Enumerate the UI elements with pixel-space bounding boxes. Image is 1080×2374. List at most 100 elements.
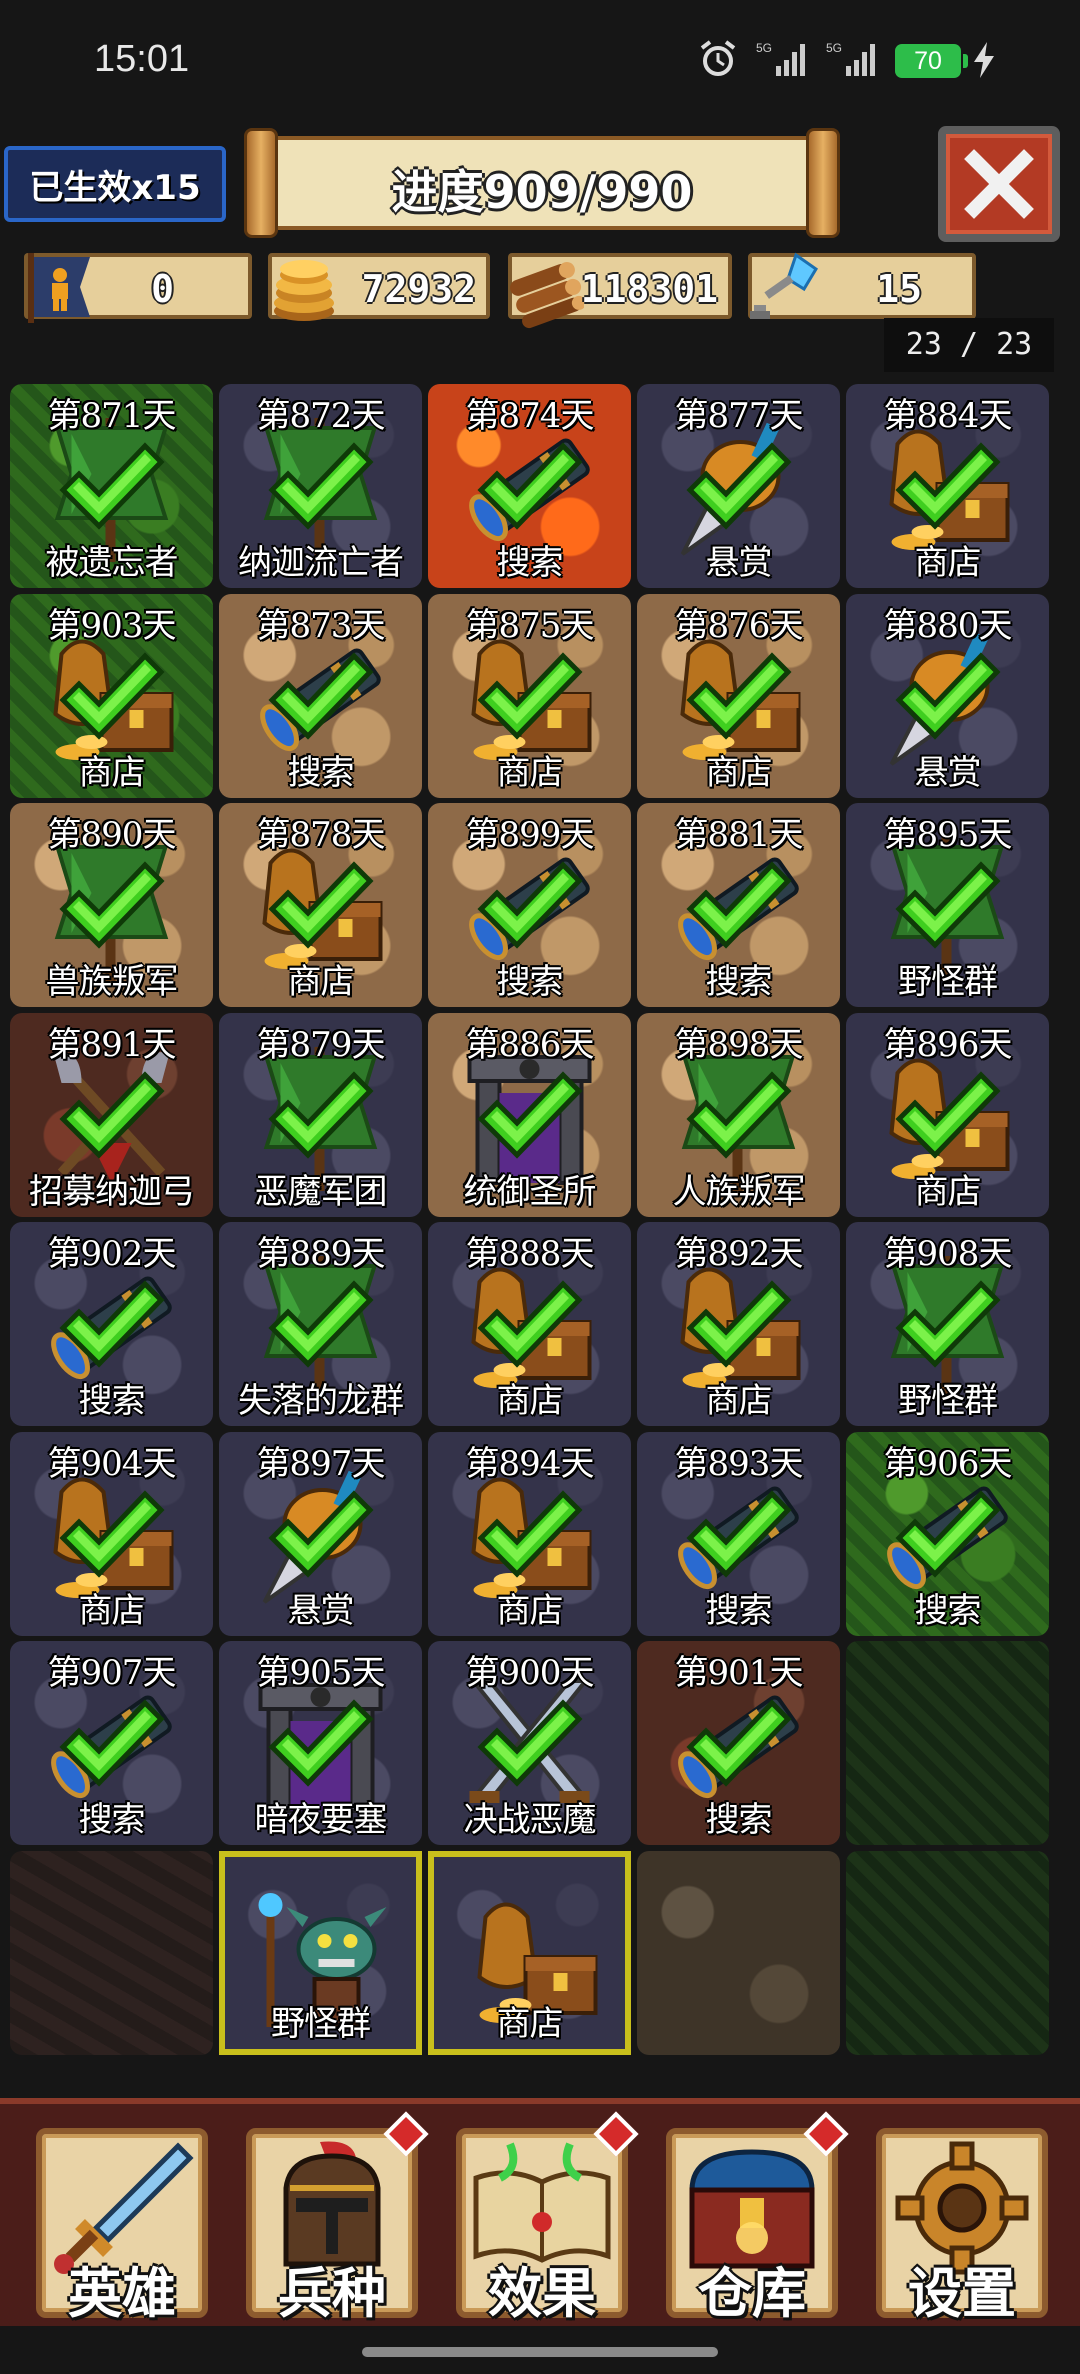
status-bar: 15:01 5G 5G 70 — [0, 0, 1080, 120]
tile-day-label: 第872天 — [256, 396, 386, 436]
battery-indicator: 70 — [895, 44, 968, 78]
tile-day-label: 第900天 — [465, 1653, 595, 1693]
checkmark-icon — [475, 1695, 585, 1791]
nav-tab-gear[interactable]: 设置 — [866, 2118, 1058, 2328]
event-tile[interactable]: 第884天 商店 — [846, 384, 1049, 588]
event-tile[interactable]: 第891天 招募纳迦弓 — [10, 1012, 213, 1217]
event-tile[interactable]: 野怪群 — [219, 1850, 422, 2055]
tile-event-label: 搜索 — [705, 962, 773, 1002]
event-tile[interactable]: 第873天 搜索 — [219, 593, 422, 798]
checkmark-icon — [266, 648, 376, 744]
tile-day-label: 第894天 — [465, 1443, 595, 1484]
event-tile[interactable]: 第876天 商店 — [637, 593, 840, 798]
nav-tab-chest[interactable]: 仓库 — [656, 2111, 849, 2328]
event-tile[interactable]: 第879天 恶魔军团 — [219, 1012, 422, 1217]
alarm-icon — [700, 40, 736, 76]
event-tile[interactable]: 第897天 悬赏 — [219, 1431, 422, 1636]
gold-value: 72932 — [361, 267, 476, 311]
checkmark-icon — [475, 1067, 585, 1163]
event-tile[interactable]: 第889天 失落的龙群 — [219, 1222, 422, 1426]
nav-tab-helmet[interactable]: 兵种 — [236, 2111, 429, 2328]
event-tile[interactable]: 第880天悬赏 — [846, 593, 1049, 798]
event-tile[interactable]: 第877天 悬赏 — [637, 384, 840, 588]
tile-day-label: 第876天 — [674, 605, 804, 646]
charging-icon — [974, 42, 994, 78]
checkmark-icon — [893, 1067, 1003, 1163]
checkmark-icon — [57, 1486, 167, 1582]
event-tile[interactable]: 第898天 人族叛军 — [637, 1012, 840, 1217]
tile-day-label: 第891天 — [47, 1024, 177, 1065]
event-tile[interactable]: 第881天 搜索 — [637, 803, 840, 1007]
event-tile[interactable]: 第892天 商店 — [637, 1222, 840, 1426]
tile-day-label: 第879天 — [256, 1024, 386, 1065]
tile-event-label: 商店 — [496, 1381, 564, 1421]
tile-event-label: 商店 — [78, 1590, 146, 1631]
tile-event-label: 商店 — [914, 543, 982, 583]
empty-tile[interactable] — [846, 1641, 1049, 1845]
event-tile[interactable]: 第872天 纳迦流亡者 — [219, 384, 422, 588]
population-value: 0 — [151, 267, 174, 311]
event-tile[interactable]: 第874天 搜索 — [428, 384, 631, 588]
tile-event-label: 野怪群 — [898, 962, 998, 1002]
checkmark-icon — [684, 1486, 794, 1582]
close-button[interactable] — [938, 126, 1060, 242]
crystal-key-value: 15 — [876, 267, 922, 311]
active-buff-counter[interactable]: 已生效x15 — [4, 146, 226, 222]
event-tile[interactable]: 第894天 商店 — [428, 1431, 631, 1636]
event-tile[interactable]: 第871天 被遗忘者 — [10, 384, 213, 588]
event-tile[interactable]: 商店 — [428, 1850, 631, 2055]
event-tile[interactable]: 第902天 搜索 — [10, 1222, 213, 1426]
tile-day-label: 第878天 — [256, 815, 386, 855]
close-icon — [964, 149, 1034, 219]
tile-event-label: 商店 — [78, 752, 146, 793]
tile-event-label: 搜索 — [78, 1381, 146, 1421]
event-tile[interactable]: 第908天野怪群 — [846, 1222, 1049, 1426]
checkmark-icon — [684, 648, 794, 744]
empty-tile[interactable] — [846, 1850, 1049, 2055]
nav-tab-spellbook[interactable]: 效果 — [446, 2111, 639, 2328]
event-tile[interactable]: 第906天 搜索 — [846, 1431, 1049, 1636]
event-tile[interactable]: 第903天 商店 — [10, 593, 213, 798]
tile-event-label: 悬赏 — [287, 1590, 355, 1631]
event-tile[interactable]: 第895天 野怪群 — [846, 803, 1049, 1007]
event-tile[interactable]: 第888天商店 — [428, 1222, 631, 1426]
home-indicator[interactable] — [362, 2347, 718, 2357]
event-tile[interactable]: 第890天 兽族叛军 — [10, 803, 213, 1007]
tile-event-label: 野怪群 — [898, 1381, 998, 1421]
crystal-key-icon — [750, 252, 819, 319]
tile-event-label: 野怪群 — [271, 2003, 371, 2044]
tile-day-label: 第871天 — [47, 396, 177, 436]
checkmark-icon — [266, 857, 376, 953]
tile-event-label: 兽族叛军 — [45, 962, 179, 1002]
wood-value: 118301 — [580, 267, 718, 311]
event-tile[interactable]: 第896天 商店 — [846, 1012, 1049, 1217]
empty-tile[interactable] — [637, 1850, 840, 2055]
event-tile[interactable]: 第907天 搜索 — [10, 1641, 213, 1845]
event-tile[interactable]: 第886天 统御圣所 — [428, 1012, 631, 1217]
tile-day-label: 第908天 — [883, 1234, 1013, 1274]
tile-day-label: 第880天 — [883, 605, 1013, 646]
tile-day-label: 第873天 — [256, 605, 386, 646]
event-tile[interactable]: 第893天 搜索 — [637, 1431, 840, 1636]
svg-text:5G: 5G — [756, 41, 772, 55]
event-tile[interactable]: 第904天商店 — [10, 1431, 213, 1636]
event-tile[interactable]: 第900天 决战恶魔 — [428, 1641, 631, 1845]
event-tile[interactable]: 第899天 搜索 — [428, 803, 631, 1007]
tile-day-label: 第904天 — [47, 1443, 177, 1484]
checkmark-icon — [475, 1486, 585, 1582]
event-tile[interactable]: 第901天 搜索 — [637, 1641, 840, 1845]
event-tile[interactable]: 第875天 商店 — [428, 593, 631, 798]
tile-event-label: 悬赏 — [914, 752, 982, 793]
checkmark-icon — [684, 1276, 794, 1372]
checkmark-icon — [893, 857, 1003, 953]
nav-tab-sword[interactable]: 英雄 — [26, 2118, 218, 2328]
event-tile[interactable]: 第905天 暗夜要塞 — [219, 1641, 422, 1845]
empty-tile[interactable] — [10, 1850, 213, 2055]
tile-day-label: 第906天 — [883, 1443, 1013, 1484]
checkmark-icon — [684, 1695, 794, 1791]
status-time: 15:01 — [94, 38, 190, 80]
tile-day-label: 第888天 — [465, 1234, 595, 1274]
checkmark-icon — [893, 648, 1003, 744]
event-tile[interactable]: 第878天 商店 — [219, 803, 422, 1007]
checkmark-icon — [57, 648, 167, 744]
